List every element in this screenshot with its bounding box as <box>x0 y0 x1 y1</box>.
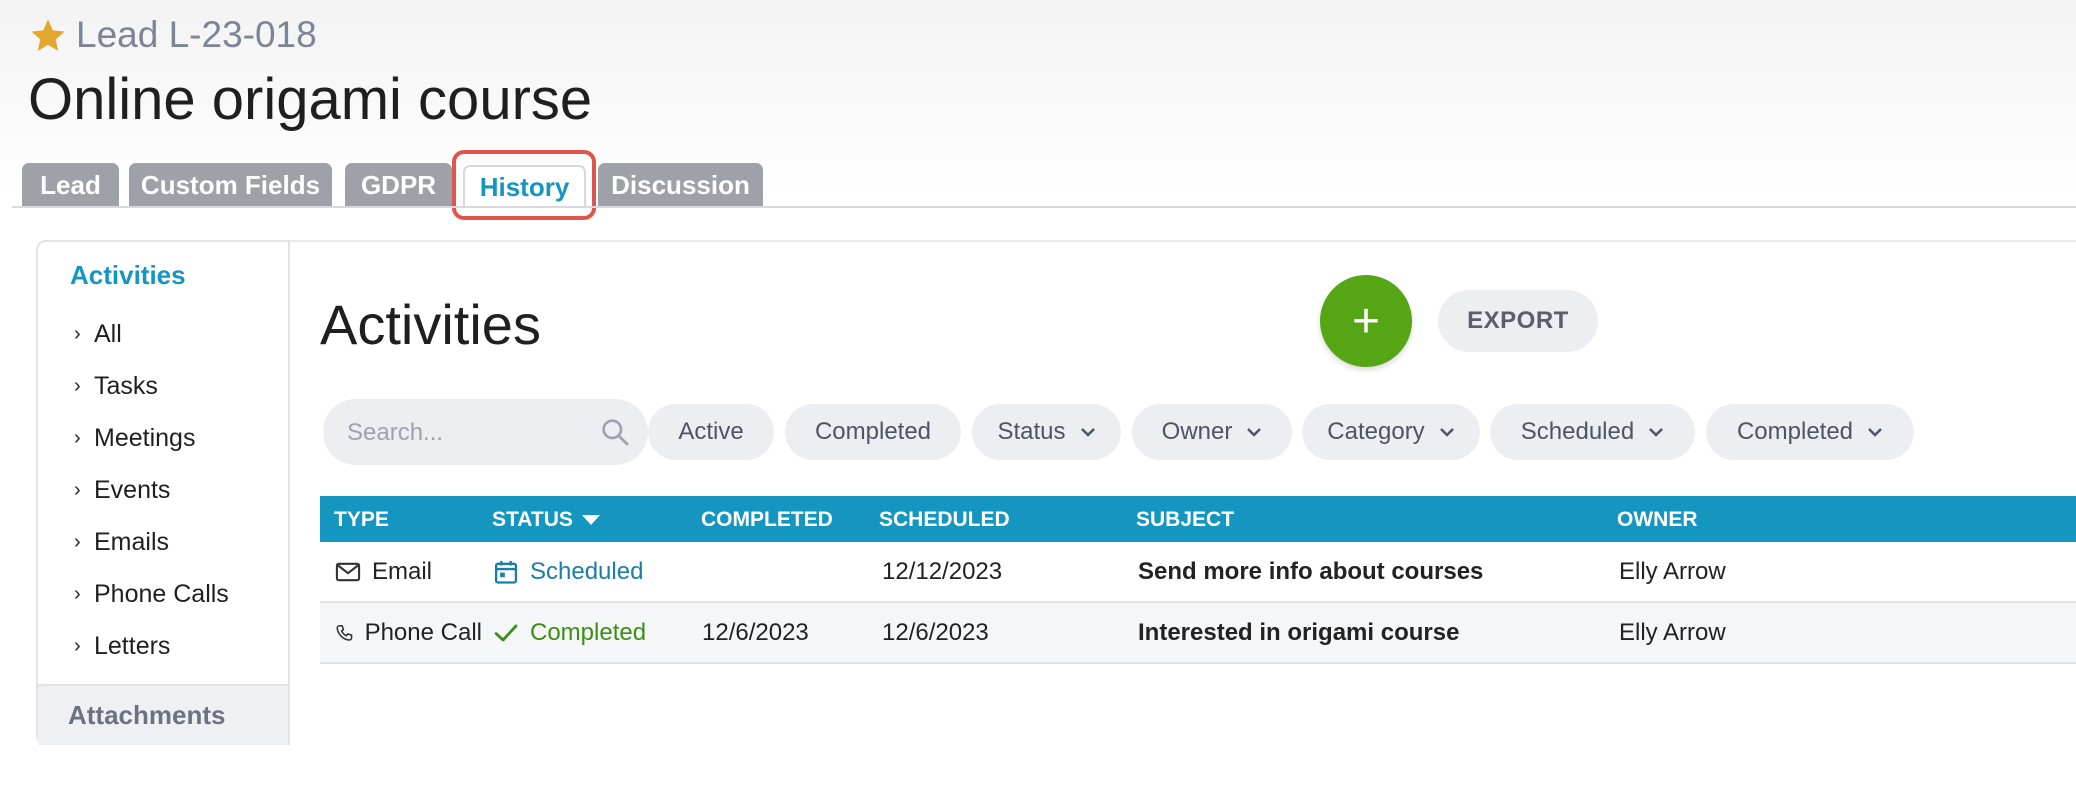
subject-cell[interactable]: Interested in origami course <box>1138 619 1459 647</box>
tab-discussion[interactable]: Discussion <box>598 163 763 207</box>
sidebar-item-label: All <box>94 320 122 348</box>
lead-id: Lead L-23-018 <box>76 14 317 55</box>
sidebar-item-label: Events <box>94 476 171 504</box>
type-cell: Email <box>334 558 482 586</box>
table-row[interactable]: Email Scheduled 12/12/2023 Send more inf… <box>320 542 2076 603</box>
activities-heading: Activities <box>320 293 541 356</box>
sidebar-item-events[interactable]: › Events <box>74 476 170 505</box>
page-title: Online origami course <box>28 67 593 132</box>
main-panel-border <box>290 240 2076 242</box>
filter-owner-dropdown[interactable]: Owner <box>1132 404 1292 460</box>
chevron-right-icon: › <box>74 375 81 397</box>
chevron-down-icon <box>1868 428 1882 437</box>
sidebar-item-label: Phone Calls <box>94 580 229 608</box>
chevron-down-icon <box>1247 428 1262 437</box>
filter-label: Status <box>997 418 1066 445</box>
filter-label: Active <box>678 418 744 445</box>
status-label: Completed <box>530 619 647 646</box>
sidebar-item-emails[interactable]: › Emails <box>74 528 169 557</box>
chevron-right-icon: › <box>74 323 81 345</box>
sidebar-title[interactable]: Activities <box>70 260 186 291</box>
sort-descending-icon <box>581 515 600 526</box>
type-cell: Phone Call <box>334 619 482 647</box>
chevron-down-icon <box>1080 428 1095 437</box>
filter-category-dropdown[interactable]: Category <box>1302 404 1480 460</box>
column-header-completed[interactable]: COMPLETED <box>701 508 833 532</box>
chevron-right-icon: › <box>74 635 81 657</box>
owner-cell: Elly Arrow <box>1619 619 1726 646</box>
column-header-subject[interactable]: SUBJECT <box>1136 508 1234 532</box>
sidebar-item-phone-calls[interactable]: › Phone Calls <box>74 580 229 609</box>
chevron-right-icon: › <box>74 427 81 449</box>
envelope-icon <box>335 562 361 582</box>
type-label: Email <box>372 558 433 585</box>
calendar-icon <box>494 560 518 584</box>
sidebar-item-label: Meetings <box>94 424 196 452</box>
search-box <box>323 399 648 465</box>
tab-lead[interactable]: Lead <box>22 163 119 207</box>
sidebar-attachments-label: Attachments <box>68 700 226 730</box>
filter-label: Completed <box>814 418 932 445</box>
scheduled-cell: 12/6/2023 <box>882 619 989 646</box>
completed-cell: 12/6/2023 <box>702 619 809 646</box>
sidebar-item-label: Tasks <box>94 372 158 400</box>
sidebar-item-letters[interactable]: › Letters <box>74 632 170 661</box>
owner-cell: Elly Arrow <box>1619 558 1726 585</box>
filter-completed[interactable]: Completed <box>785 404 961 460</box>
sidebar-item-label: Emails <box>94 528 170 556</box>
filter-active[interactable]: Active <box>648 404 774 460</box>
column-header-scheduled[interactable]: SCHEDULED <box>879 508 1010 532</box>
sidebar-item-all[interactable]: › All <box>74 320 122 349</box>
checkmark-icon <box>494 624 518 642</box>
chevron-right-icon: › <box>74 479 81 501</box>
filter-scheduled-dropdown[interactable]: Scheduled <box>1490 404 1695 460</box>
filter-status-dropdown[interactable]: Status <box>972 404 1121 460</box>
column-header-owner[interactable]: OWNER <box>1617 508 1698 532</box>
chevron-down-icon <box>1649 428 1664 437</box>
add-activity-button[interactable]: + <box>1320 275 1412 367</box>
status-cell: Completed <box>492 619 646 647</box>
status-cell: Scheduled <box>492 558 643 586</box>
filter-label: Owner <box>1161 418 1233 445</box>
activities-table: TYPE STATUS COMPLETED SCHEDULED SUBJECT … <box>320 496 2076 664</box>
filter-label: Scheduled <box>1520 418 1635 445</box>
sidebar-item-attachments[interactable]: Attachments <box>38 684 288 745</box>
column-header-status[interactable]: STATUS <box>492 508 601 532</box>
sidebar: Activities › All › Tasks › Meetings › Events… <box>36 240 290 745</box>
subject-cell[interactable]: Send more info about courses <box>1138 558 1483 586</box>
chevron-right-icon: › <box>74 531 81 553</box>
chevron-down-icon <box>1439 428 1454 437</box>
tab-highlight <box>452 150 596 220</box>
star-icon[interactable] <box>28 16 68 56</box>
tab-gdpr[interactable]: GDPR <box>345 163 452 207</box>
search-input[interactable] <box>345 413 599 453</box>
sidebar-item-meetings[interactable]: › Meetings <box>74 424 195 453</box>
filter-label: Category <box>1327 418 1425 445</box>
tab-custom-fields[interactable]: Custom Fields <box>129 163 332 207</box>
type-label: Phone Call <box>364 619 482 646</box>
tabs-divider <box>12 206 2076 208</box>
sidebar-item-label: Letters <box>94 632 171 660</box>
chevron-right-icon: › <box>74 583 81 605</box>
filter-completed-dropdown[interactable]: Completed <box>1706 404 1914 460</box>
search-icon[interactable] <box>599 416 631 448</box>
table-header: TYPE STATUS COMPLETED SCHEDULED SUBJECT … <box>320 496 2076 542</box>
phone-icon <box>336 624 353 641</box>
table-row[interactable]: Phone Call Completed 12/6/2023 12/6/2023… <box>320 603 2076 664</box>
filter-label: Completed <box>1736 418 1854 445</box>
column-header-label: STATUS <box>492 508 573 531</box>
export-button[interactable]: EXPORT <box>1438 290 1598 352</box>
column-header-type[interactable]: TYPE <box>334 508 389 532</box>
sidebar-item-tasks[interactable]: › Tasks <box>74 372 158 401</box>
scheduled-cell: 12/12/2023 <box>882 558 1003 585</box>
status-label: Scheduled <box>530 558 644 585</box>
